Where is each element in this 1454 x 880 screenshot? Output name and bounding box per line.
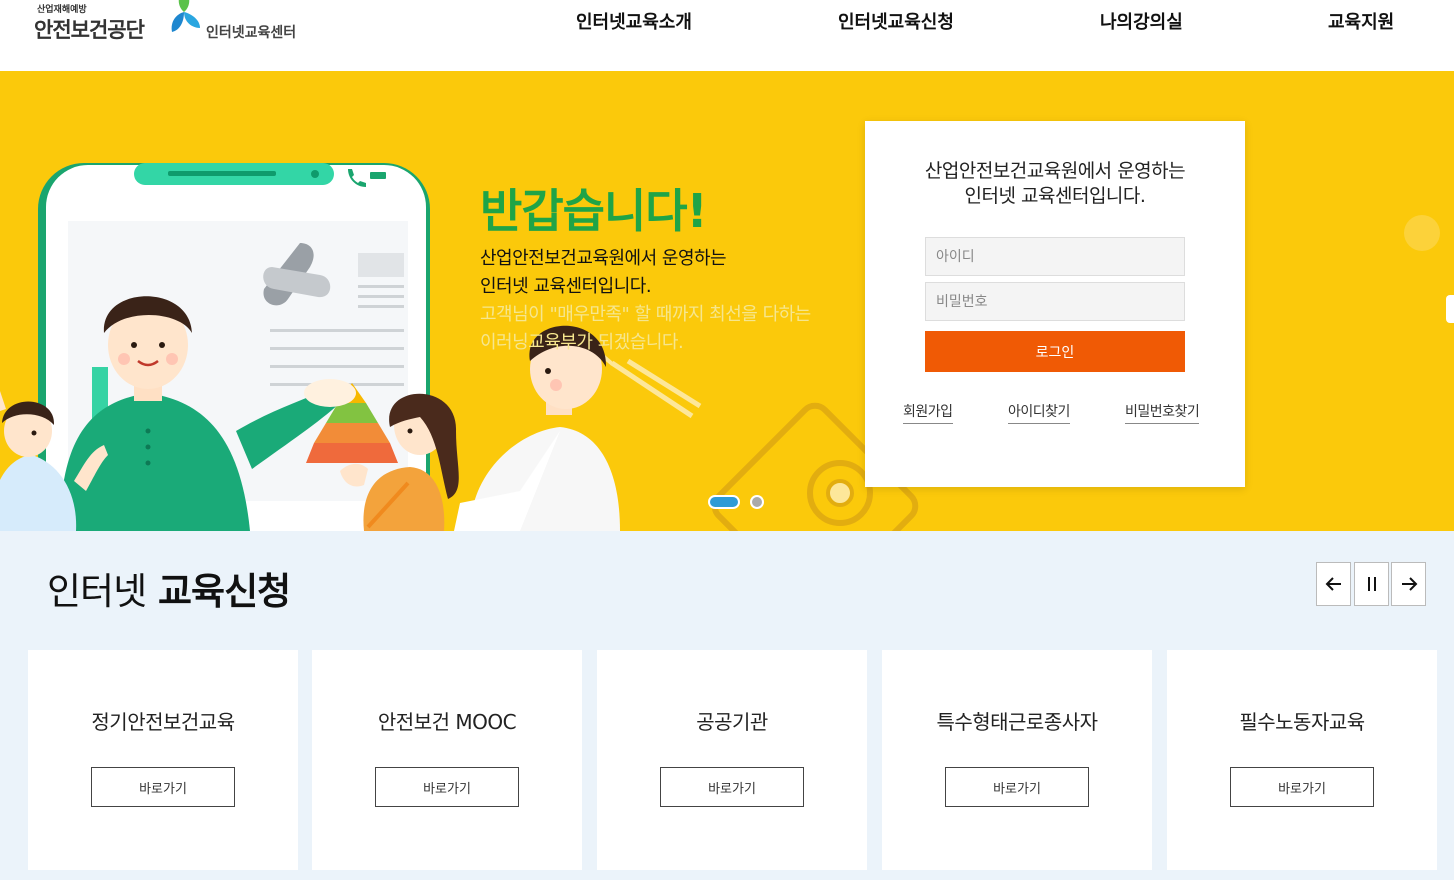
hero-slogan-line: 이러닝교육부가 되겠습니다. — [480, 332, 684, 353]
course-card: 특수형태근로종사자 바로가기 — [882, 650, 1152, 870]
nav-item-support[interactable]: 교육지원 — [1328, 8, 1394, 34]
course-go-button[interactable]: 바로가기 — [91, 767, 235, 807]
course-card: 안전보건 MOOC 바로가기 — [312, 650, 582, 870]
hero-description-line: 산업안전보건교육원에서 운영하는 — [480, 248, 727, 269]
login-title: 산업안전보건교육원에서 운영하는 — [924, 160, 1186, 182]
next-button[interactable] — [1391, 562, 1426, 606]
site-header: 산업재해예방 안전보건공단 인터넷교육센터 인터넷교육소개 인터넷교육신청 나의… — [0, 0, 1454, 71]
course-card-title: 안전보건 MOOC — [377, 710, 517, 734]
prev-button[interactable] — [1316, 562, 1351, 606]
decorative-circle — [1404, 215, 1440, 251]
prev-arrow-icon — [1325, 577, 1341, 591]
section-title: 인터넷 교육신청 — [47, 561, 291, 615]
course-card: 공공기관 바로가기 — [597, 650, 867, 870]
hero-title: 반갑습니다! — [480, 184, 708, 238]
nav-item-my-classroom[interactable]: 나의강의실 — [1100, 8, 1183, 34]
hero-slogan-line: 고객님이 "매우만족" 할 때까지 최선을 다하는 — [480, 304, 811, 325]
login-panel: 산업안전보건교육원에서 운영하는 인터넷 교육센터입니다. 로그인 회원가입 아… — [865, 121, 1245, 487]
section-title-thin: 인터넷 — [47, 570, 147, 613]
course-card-title: 공공기관 — [696, 710, 768, 734]
course-card-title: 특수형태근로종사자 — [936, 710, 1098, 734]
hero-banner: 반갑습니다! 산업안전보건교육원에서 운영하는 인터넷 교육센터입니다. 고객님… — [0, 71, 1454, 531]
next-arrow-icon — [1401, 577, 1417, 591]
education-apply-section: 인터넷 교육신청 정기안전보건교육 바로가기 안전보건 MOOC 바로가기 공공… — [0, 531, 1454, 880]
course-card: 필수노동자교육 바로가기 — [1167, 650, 1437, 870]
pause-button[interactable] — [1354, 562, 1389, 606]
course-card-title: 정기안전보건교육 — [91, 710, 235, 734]
password-input[interactable] — [925, 282, 1185, 321]
course-card-title: 필수노동자교육 — [1239, 710, 1365, 734]
find-password-link[interactable]: 비밀번호찾기 — [1125, 401, 1200, 424]
side-quick-tab[interactable] — [1446, 295, 1454, 323]
slide-dot-active[interactable] — [708, 495, 740, 509]
signup-link[interactable]: 회원가입 — [903, 401, 953, 424]
hero-description-line: 인터넷 교육센터입니다. — [480, 276, 652, 297]
login-title: 인터넷 교육센터입니다. — [964, 185, 1146, 207]
pause-icon — [1367, 577, 1376, 591]
course-go-button[interactable]: 바로가기 — [1230, 767, 1374, 807]
course-go-button[interactable]: 바로가기 — [945, 767, 1089, 807]
find-id-link[interactable]: 아이디찾기 — [1008, 401, 1070, 424]
nav-item-apply[interactable]: 인터넷교육신청 — [838, 8, 954, 34]
course-card: 정기안전보건교육 바로가기 — [28, 650, 298, 870]
course-go-button[interactable]: 바로가기 — [375, 767, 519, 807]
main-nav: 인터넷교육소개 인터넷교육신청 나의강의실 교육지원 — [0, 8, 1454, 38]
user-id-input[interactable] — [925, 237, 1185, 276]
course-go-button[interactable]: 바로가기 — [660, 767, 804, 807]
slide-dot[interactable] — [750, 495, 764, 509]
nav-item-intro[interactable]: 인터넷교육소개 — [576, 8, 692, 34]
login-button[interactable]: 로그인 — [925, 331, 1185, 372]
section-title-bold: 교육신청 — [158, 570, 291, 613]
